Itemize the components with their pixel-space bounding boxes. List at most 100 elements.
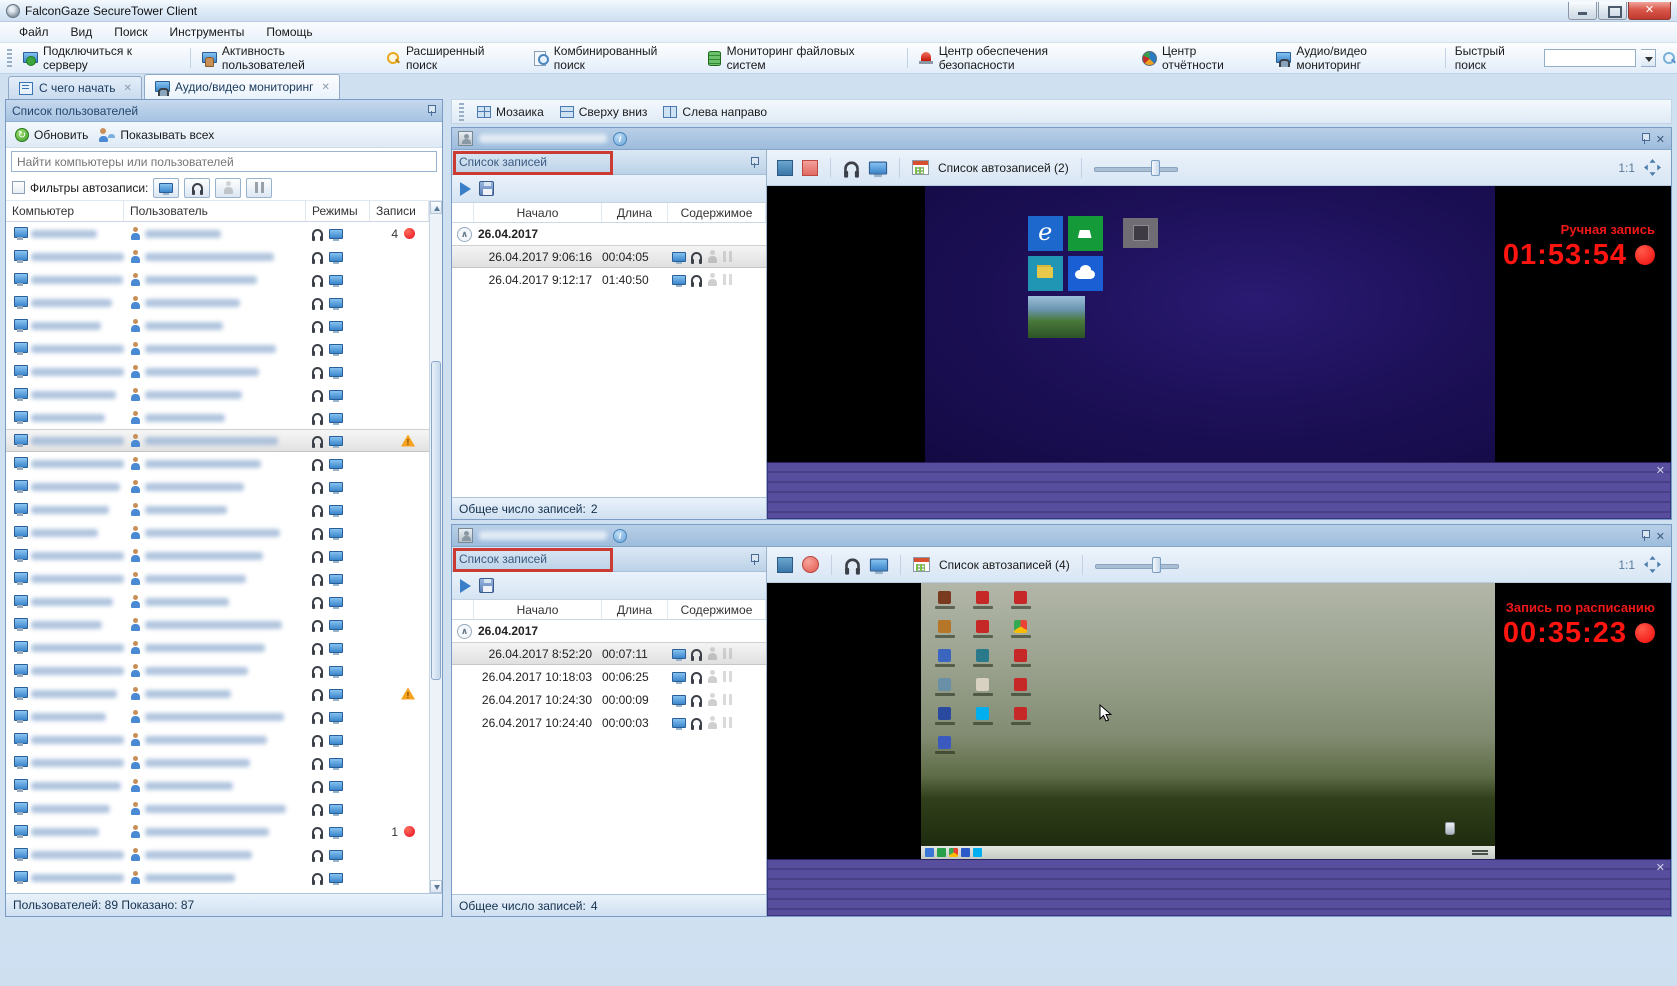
scroll-up-arrow[interactable] (430, 201, 442, 214)
panel-close-icon[interactable] (1656, 132, 1665, 146)
security-center-button[interactable]: Центр обеспечения безопасности (911, 40, 1134, 76)
user-row[interactable] (6, 774, 429, 797)
user-row[interactable] (6, 475, 429, 498)
column-user[interactable]: Пользователь (124, 201, 306, 221)
user-row[interactable] (6, 521, 429, 544)
record-row[interactable]: 26.04.2017 9:06:16 00:04:05 (452, 245, 766, 268)
user-row[interactable]: 1 (6, 820, 429, 843)
advanced-search-button[interactable]: Расширенный поиск (378, 40, 526, 76)
stop-button[interactable] (777, 556, 793, 573)
user-row[interactable] (6, 590, 429, 613)
column-modes[interactable]: Режимы (306, 201, 370, 221)
menu-file[interactable]: Файл (8, 23, 60, 41)
search-icon[interactable] (1661, 51, 1677, 65)
info-icon[interactable] (613, 528, 627, 543)
tab-getting-started[interactable]: С чего начать ✕ (8, 76, 142, 99)
file-systems-monitoring-button[interactable]: Мониторинг файловых систем (699, 40, 904, 76)
user-row[interactable] (6, 245, 429, 268)
menu-view[interactable]: Вид (60, 23, 104, 41)
pin-icon[interactable] (1640, 133, 1650, 144)
quick-search-dropdown[interactable] (1641, 49, 1656, 67)
fullscreen-icon[interactable] (1644, 159, 1661, 176)
tab-av-monitoring[interactable]: Аудио/видео мониторинг ✕ (143, 74, 340, 99)
date-group-row[interactable]: 26.04.2017 (452, 620, 766, 642)
user-row[interactable] (6, 291, 429, 314)
autorecords-label[interactable]: Список автозаписей (2) (938, 161, 1069, 175)
slider-thumb[interactable] (1150, 159, 1160, 176)
audio-timeline-1[interactable] (767, 462, 1671, 519)
pin-icon[interactable] (426, 105, 436, 116)
save-button[interactable] (479, 181, 494, 196)
video-view-1[interactable]: Ручная запись 01:53:54 (767, 186, 1671, 462)
play-button[interactable] (460, 181, 471, 196)
user-row[interactable] (6, 406, 429, 429)
save-button[interactable] (479, 578, 494, 593)
scroll-thumb[interactable] (431, 360, 441, 681)
user-row[interactable] (6, 728, 429, 751)
fullscreen-icon[interactable] (1644, 556, 1661, 573)
mosaic-button[interactable]: Мозаика (471, 103, 550, 121)
connect-server-button[interactable]: Подключиться к серверу (15, 40, 187, 76)
minimize-button[interactable] (1568, 1, 1597, 20)
users-scrollbar[interactable] (429, 201, 442, 893)
menu-search[interactable]: Поиск (103, 23, 158, 41)
zoom-slider[interactable] (1094, 556, 1179, 573)
autorecords-calendar-icon[interactable] (913, 557, 930, 572)
audio-toggle-icon[interactable] (845, 558, 860, 575)
user-row[interactable] (6, 567, 429, 590)
user-row[interactable] (6, 659, 429, 682)
user-row[interactable] (6, 613, 429, 636)
refresh-button[interactable]: Обновить (12, 126, 91, 144)
column-content[interactable]: Содержимое (668, 600, 766, 619)
timeline-close-icon[interactable] (1656, 464, 1665, 477)
zoom-1-1-label[interactable]: 1:1 (1618, 558, 1635, 572)
user-row[interactable]: 4 (6, 222, 429, 245)
user-row[interactable] (6, 314, 429, 337)
filter-levels-button[interactable] (246, 177, 273, 198)
tab-close-icon[interactable]: ✕ (124, 83, 132, 94)
report-center-button[interactable]: Центр отчётности (1134, 40, 1268, 76)
restore-button[interactable] (1598, 1, 1627, 20)
zoom-1-1-label[interactable]: 1:1 (1618, 161, 1635, 175)
user-row[interactable] (6, 866, 429, 889)
column-computer[interactable]: Компьютер (6, 201, 124, 221)
record-button[interactable] (802, 159, 818, 176)
show-all-button[interactable]: Показывать всех (97, 126, 217, 144)
record-row[interactable]: 26.04.2017 8:52:20 00:07:11 (452, 642, 766, 665)
user-row[interactable] (6, 843, 429, 866)
timeline-close-icon[interactable] (1656, 861, 1665, 874)
scroll-down-arrow[interactable] (430, 880, 442, 893)
column-length[interactable]: Длина (602, 600, 668, 619)
video-toggle-icon[interactable] (868, 161, 888, 177)
panel-close-icon[interactable] (1656, 529, 1665, 543)
close-button[interactable] (1628, 1, 1671, 20)
users-search-input[interactable] (12, 154, 436, 169)
record-row[interactable]: 26.04.2017 10:24:30 00:00:09 (452, 688, 766, 711)
left-right-button[interactable]: Слева направо (657, 103, 773, 121)
audio-timeline-2[interactable] (767, 859, 1671, 916)
column-start[interactable]: Начало (474, 203, 602, 222)
autorecords-label[interactable]: Список автозаписей (4) (939, 558, 1070, 572)
filters-checkbox[interactable] (12, 181, 25, 194)
filter-audio-button[interactable] (184, 177, 211, 198)
video-view-2[interactable]: Запись по расписанию 00:35:23 (767, 583, 1671, 859)
audio-toggle-icon[interactable] (844, 161, 859, 178)
filter-mic-button[interactable] (215, 177, 242, 198)
tab-close-icon[interactable]: ✕ (322, 82, 330, 93)
user-row[interactable] (6, 797, 429, 820)
pin-icon[interactable] (749, 156, 759, 168)
video-toggle-icon[interactable] (869, 558, 889, 574)
top-down-button[interactable]: Сверху вниз (554, 103, 654, 121)
user-row[interactable]: ! (6, 682, 429, 705)
autorecords-calendar-icon[interactable] (912, 160, 929, 175)
stop-button[interactable] (777, 159, 793, 176)
column-start[interactable]: Начало (474, 600, 602, 619)
menu-tools[interactable]: Инструменты (159, 23, 256, 41)
user-row[interactable] (6, 705, 429, 728)
column-records[interactable]: Записи (370, 201, 429, 221)
user-row[interactable] (6, 360, 429, 383)
zoom-slider[interactable] (1093, 159, 1178, 176)
column-length[interactable]: Длина (602, 203, 668, 222)
menu-help[interactable]: Помощь (255, 23, 323, 41)
user-row[interactable] (6, 337, 429, 360)
